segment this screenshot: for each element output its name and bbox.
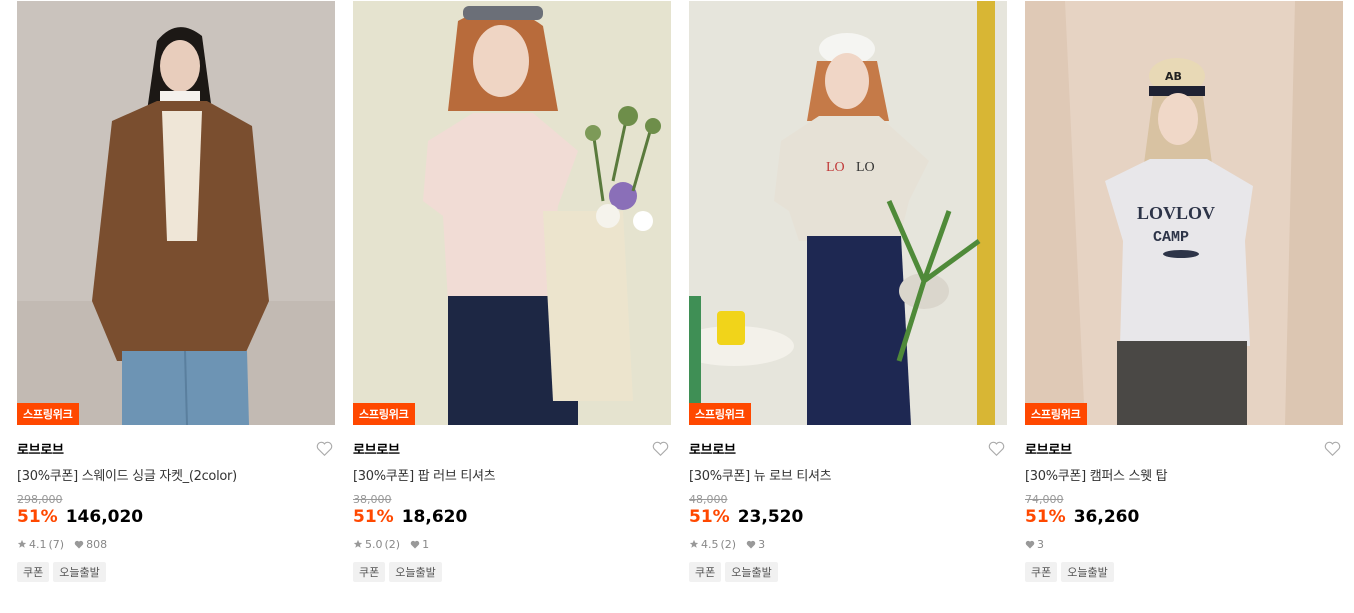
tag-coupon: 쿠폰 (17, 562, 50, 582)
rating: 4.1 (7) (17, 538, 64, 551)
like-count: 1 (422, 537, 430, 551)
star-icon (353, 539, 363, 548)
sale-price: 18,620 (401, 507, 468, 527)
original-price: 74,000 (1025, 493, 1064, 506)
svg-text:LO: LO (826, 160, 845, 175)
tag-coupon: 쿠폰 (353, 562, 386, 582)
heart-filled-icon (1025, 540, 1035, 548)
rating-value: 4.1 (29, 537, 47, 551)
heart-filled-icon (410, 540, 420, 548)
review-count: (2) (720, 537, 737, 551)
likes: 1 (410, 538, 429, 551)
brand-name[interactable]: 로브로브 (689, 439, 736, 458)
tag-ship-today: 오늘출발 (53, 562, 106, 582)
review-count: (2) (384, 537, 401, 551)
event-badge: 스프링위크 (353, 403, 415, 425)
product-image[interactable]: 스프링위크 (17, 1, 335, 425)
sale-price: 36,260 (1073, 507, 1140, 527)
wishlist-button[interactable] (987, 439, 1005, 457)
heart-outline-icon (316, 441, 332, 456)
event-badge: 스프링위크 (689, 403, 751, 425)
tag-ship-today: 오늘출발 (389, 562, 442, 582)
heart-outline-icon (988, 441, 1004, 456)
product-card[interactable]: LO LO 스프링위크 로브로브 [30%쿠폰] 뉴 로브 티셔츠 48,000… (689, 1, 1007, 611)
discount-rate: 51% (17, 507, 58, 527)
sale-price: 146,020 (65, 507, 144, 527)
product-card[interactable]: 스프링위크 로브로브 [30%쿠폰] 스웨이드 싱글 자켓_(2color) 2… (17, 1, 335, 611)
original-price: 48,000 (689, 493, 728, 506)
discount-rate: 51% (1025, 507, 1066, 527)
like-count: 3 (758, 537, 766, 551)
likes: 3 (746, 538, 765, 551)
tag-coupon: 쿠폰 (689, 562, 722, 582)
like-count: 808 (86, 537, 108, 551)
svg-text:AB: AB (1165, 70, 1182, 83)
discount-rate: 51% (689, 507, 730, 527)
tag-coupon: 쿠폰 (1025, 562, 1058, 582)
product-image[interactable]: AB LOVLOV CAMP 스프링위크 (1025, 1, 1343, 425)
rating-value: 4.5 (701, 537, 719, 551)
product-card[interactable]: AB LOVLOV CAMP 스프링위크 로브로브 [30%쿠폰] 캠퍼스 스웻… (1025, 1, 1343, 611)
original-price: 298,000 (17, 493, 63, 506)
svg-text:LO: LO (856, 160, 875, 175)
product-photo: AB LOVLOV CAMP (1025, 1, 1343, 425)
product-photo (17, 1, 335, 425)
heart-outline-icon (652, 441, 668, 456)
brand-name[interactable]: 로브로브 (17, 439, 64, 458)
product-title[interactable]: [30%쿠폰] 캠퍼스 스웻 탑 (1025, 465, 1343, 484)
wishlist-button[interactable] (651, 439, 669, 457)
sale-price: 23,520 (737, 507, 804, 527)
star-icon (689, 539, 699, 548)
tag-ship-today: 오늘출발 (725, 562, 778, 582)
product-title[interactable]: [30%쿠폰] 뉴 로브 티셔츠 (689, 465, 1007, 484)
event-badge: 스프링위크 (17, 403, 79, 425)
product-card[interactable]: 스프링위크 로브로브 [30%쿠폰] 팝 러브 티셔츠 38,000 51% 1… (353, 1, 671, 611)
product-image[interactable]: 스프링위크 (353, 1, 671, 425)
discount-rate: 51% (353, 507, 394, 527)
event-badge: 스프링위크 (1025, 403, 1087, 425)
likes: 808 (74, 538, 107, 551)
rating-value: 5.0 (365, 537, 383, 551)
svg-text:CAMP: CAMP (1153, 229, 1189, 246)
product-photo (353, 1, 671, 425)
svg-text:LOVLOV: LOVLOV (1137, 203, 1215, 223)
rating: 4.5 (2) (689, 538, 736, 551)
wishlist-button[interactable] (1323, 439, 1341, 457)
heart-outline-icon (1324, 441, 1340, 456)
like-count: 3 (1037, 537, 1044, 551)
product-title[interactable]: [30%쿠폰] 스웨이드 싱글 자켓_(2color) (17, 465, 335, 484)
likes: 3 (1025, 538, 1044, 551)
brand-name[interactable]: 로브로브 (1025, 439, 1072, 458)
product-grid: 스프링위크 로브로브 [30%쿠폰] 스웨이드 싱글 자켓_(2color) 2… (17, 1, 1343, 611)
product-image[interactable]: LO LO 스프링위크 (689, 1, 1007, 425)
product-photo: LO LO (689, 1, 1007, 425)
original-price: 38,000 (353, 493, 392, 506)
heart-filled-icon (746, 540, 756, 548)
heart-filled-icon (74, 540, 84, 548)
rating: 5.0 (2) (353, 538, 400, 551)
brand-name[interactable]: 로브로브 (353, 439, 400, 458)
review-count: (7) (48, 537, 65, 551)
wishlist-button[interactable] (315, 439, 333, 457)
tag-ship-today: 오늘출발 (1061, 562, 1114, 582)
star-icon (17, 539, 27, 548)
product-title[interactable]: [30%쿠폰] 팝 러브 티셔츠 (353, 465, 671, 484)
